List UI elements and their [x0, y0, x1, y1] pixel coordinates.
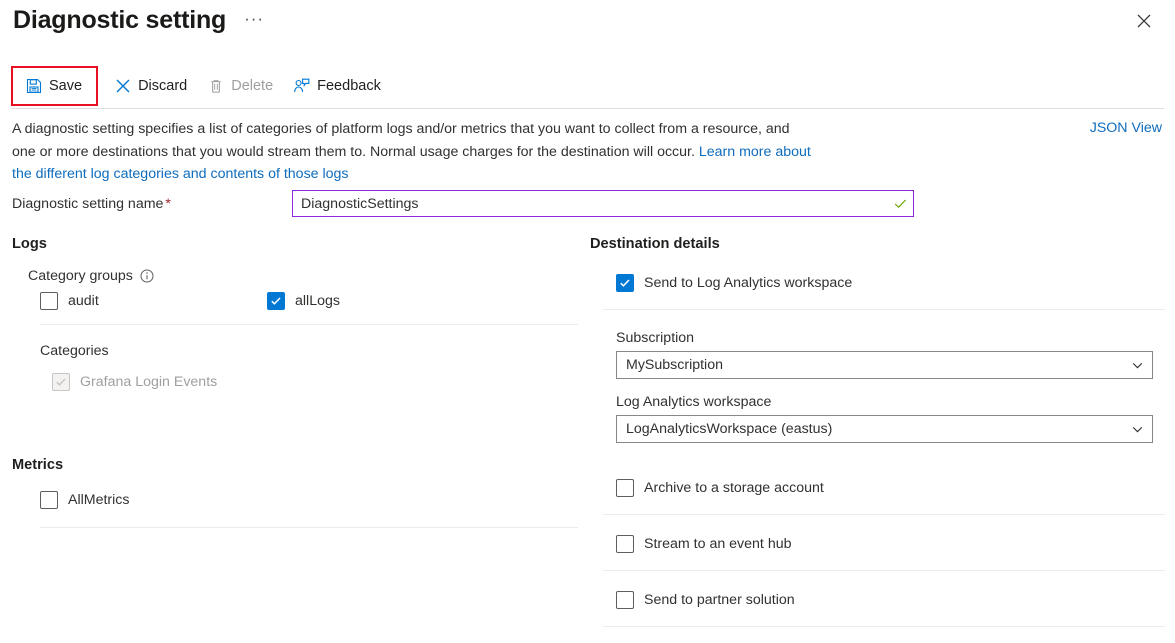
validation-check-icon	[887, 196, 913, 211]
checkbox-stream-event-hub[interactable]: Stream to an event hub	[616, 535, 1165, 553]
destination-details-heading: Destination details	[590, 236, 1165, 252]
metrics-heading: Metrics	[12, 457, 578, 473]
required-marker: *	[165, 196, 171, 212]
stream-event-hub-divider	[603, 570, 1165, 571]
close-icon	[1137, 14, 1151, 28]
partner-solution-row[interactable]: Send to partner solution	[616, 591, 1165, 609]
chevron-down-icon	[1122, 423, 1152, 436]
archive-storage-row[interactable]: Archive to a storage account	[616, 479, 1165, 497]
checkbox-audit[interactable]: audit	[40, 292, 267, 310]
chevron-down-icon	[1122, 359, 1152, 372]
logs-heading: Logs	[12, 236, 578, 252]
stream-event-hub-row[interactable]: Stream to an event hub	[616, 535, 1165, 553]
checkbox-stream-event-hub-box[interactable]	[616, 535, 634, 553]
categories-list: Grafana Login Events	[52, 373, 578, 391]
checkbox-allmetrics-box[interactable]	[40, 491, 58, 509]
workspace-label: Log Analytics workspace	[616, 394, 1165, 410]
diagnostic-setting-blade: Diagnostic setting ··· Save	[0, 0, 1175, 643]
subscription-value: MySubscription	[617, 357, 1122, 373]
description-text: A diagnostic setting specifies a list of…	[12, 118, 812, 186]
checkbox-grafana-login-events-box	[52, 373, 70, 391]
delete-label: Delete	[231, 78, 273, 94]
checkbox-alllogs[interactable]: allLogs	[267, 292, 340, 310]
checkbox-alllogs-label: allLogs	[295, 293, 340, 309]
categories-label: Categories	[40, 343, 578, 359]
feedback-button[interactable]: Feedback	[283, 69, 391, 103]
log-analytics-divider	[603, 309, 1165, 310]
category-groups-row: audit allLogs	[40, 292, 578, 310]
checkbox-send-to-log-analytics-box[interactable]	[616, 274, 634, 292]
subscription-label: Subscription	[616, 330, 1165, 346]
metrics-divider	[40, 527, 578, 528]
checkbox-allmetrics[interactable]: AllMetrics	[40, 491, 578, 509]
info-icon[interactable]	[140, 269, 154, 283]
categories-text: Categories	[40, 343, 109, 359]
feedback-icon	[293, 78, 310, 95]
name-label-text: Diagnostic setting name	[12, 196, 163, 212]
checkbox-stream-event-hub-label: Stream to an event hub	[644, 536, 792, 552]
checkbox-partner-solution-box[interactable]	[616, 591, 634, 609]
subscription-field: Subscription MySubscription	[616, 330, 1165, 379]
description-body: A diagnostic setting specifies a list of…	[12, 121, 790, 160]
name-input[interactable]	[293, 191, 887, 216]
save-label: Save	[49, 78, 82, 94]
workspace-field: Log Analytics workspace LogAnalyticsWork…	[616, 394, 1165, 443]
discard-icon	[114, 78, 131, 95]
discard-button[interactable]: Discard	[104, 69, 197, 103]
subscription-dropdown[interactable]: MySubscription	[616, 351, 1153, 379]
destination-details-column: Destination details Send to Log Analytic…	[590, 236, 1165, 627]
save-icon	[25, 78, 42, 95]
checkbox-audit-label: audit	[68, 293, 99, 309]
command-bar: Save Discard Delete	[0, 64, 1175, 108]
checkbox-send-to-log-analytics-label: Send to Log Analytics workspace	[644, 275, 852, 291]
category-groups-divider	[40, 324, 578, 325]
checkbox-audit-box[interactable]	[40, 292, 58, 310]
checkbox-archive-storage[interactable]: Archive to a storage account	[616, 479, 1165, 497]
trash-icon	[207, 78, 224, 95]
workspace-dropdown[interactable]: LogAnalyticsWorkspace (eastus)	[616, 415, 1153, 443]
archive-storage-divider	[603, 514, 1165, 515]
checkbox-grafana-login-events-label: Grafana Login Events	[80, 374, 217, 390]
checkbox-partner-solution-label: Send to partner solution	[644, 592, 795, 608]
diagnostic-setting-name-field[interactable]	[292, 190, 914, 217]
close-button[interactable]	[1131, 8, 1157, 34]
category-groups-text: Category groups	[28, 268, 133, 284]
checkbox-grafana-login-events: Grafana Login Events	[52, 373, 578, 391]
discard-label: Discard	[138, 78, 187, 94]
diagnostic-setting-name-label: Diagnostic setting name*	[12, 196, 171, 212]
json-view-link[interactable]: JSON View	[1090, 120, 1162, 136]
workspace-value: LogAnalyticsWorkspace (eastus)	[617, 421, 1122, 437]
delete-button: Delete	[197, 69, 283, 103]
page-title: Diagnostic setting	[13, 3, 226, 37]
checkbox-archive-storage-box[interactable]	[616, 479, 634, 497]
logs-metrics-column: Logs Category groups audit	[12, 236, 578, 528]
category-groups-label: Category groups	[28, 268, 578, 284]
check-icon	[619, 277, 631, 289]
save-highlight-box: Save	[11, 66, 98, 106]
check-icon	[270, 295, 282, 307]
command-bar-divider	[11, 108, 1164, 109]
feedback-label: Feedback	[317, 78, 381, 94]
checkbox-allmetrics-label: AllMetrics	[68, 492, 129, 508]
checkbox-send-to-log-analytics[interactable]: Send to Log Analytics workspace	[616, 274, 1165, 292]
blade-header: Diagnostic setting ···	[13, 3, 264, 37]
more-menu-button[interactable]: ···	[244, 12, 264, 26]
checkbox-partner-solution[interactable]: Send to partner solution	[616, 591, 1165, 609]
log-analytics-destination: Send to Log Analytics workspace	[616, 274, 1165, 292]
metrics-list: AllMetrics	[40, 491, 578, 509]
check-icon	[55, 376, 67, 388]
save-button[interactable]: Save	[15, 69, 92, 103]
partner-solution-divider	[603, 626, 1165, 627]
checkbox-archive-storage-label: Archive to a storage account	[644, 480, 824, 496]
checkbox-alllogs-box[interactable]	[267, 292, 285, 310]
